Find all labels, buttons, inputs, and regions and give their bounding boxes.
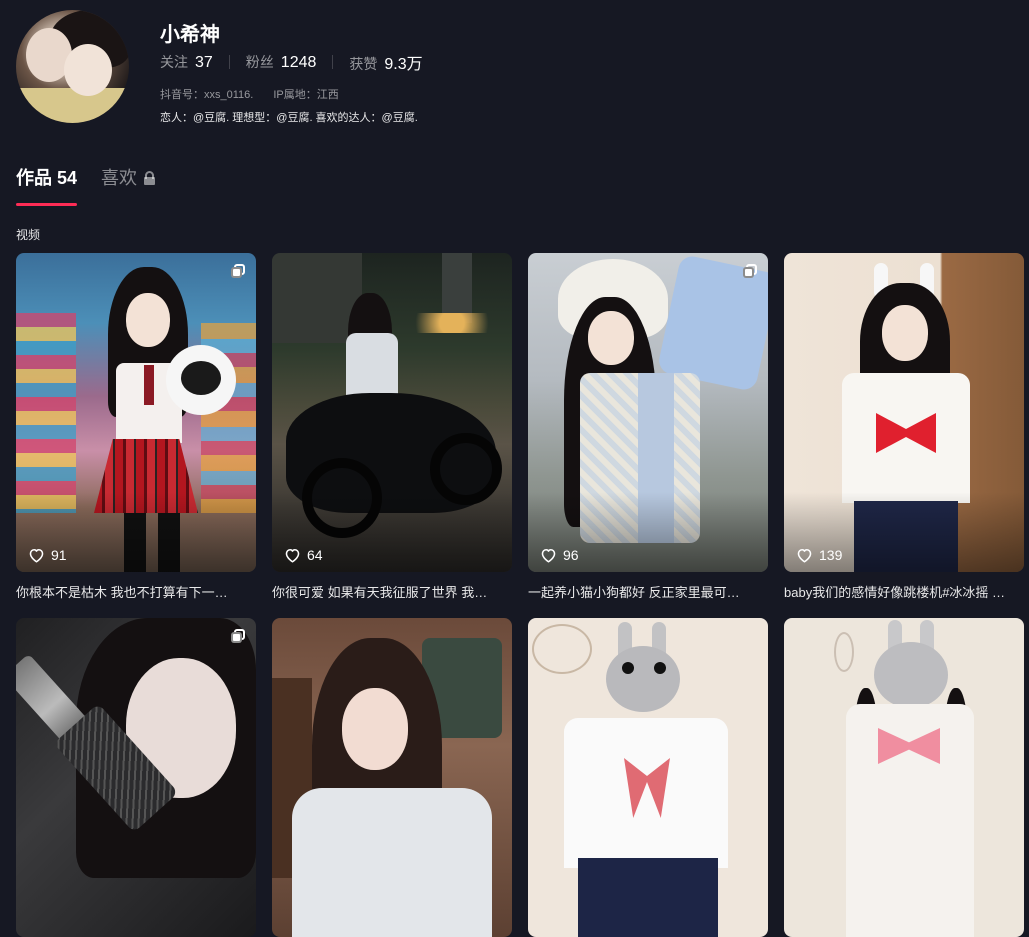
profile-meta: 抖音号：xxs_0116. IP属地：江西: [160, 86, 359, 102]
like-count: 139: [796, 547, 842, 563]
profile-header: 小希神 关注 37 粉丝 1248 获赞 9.3万 抖音号：xxs_0116. …: [16, 10, 1016, 130]
stat-likes: 获赞 9.3万: [349, 50, 422, 74]
stacked-images-icon: [231, 264, 245, 278]
heart-outline-icon: [285, 548, 300, 563]
stat-value: 9.3万: [384, 56, 423, 73]
like-count: 96: [540, 547, 579, 563]
stat-label: 关注: [160, 54, 188, 70]
video-card[interactable]: [528, 618, 768, 937]
stat-following[interactable]: 关注 37: [160, 52, 213, 72]
video-thumbnail[interactable]: 64: [272, 253, 512, 572]
stat-followers[interactable]: 粉丝 1248: [246, 52, 317, 72]
stat-value: 1248: [280, 54, 317, 71]
stacked-images-icon: [743, 264, 757, 278]
video-thumbnail[interactable]: 139: [784, 253, 1024, 572]
lock-icon: [144, 171, 156, 185]
video-card[interactable]: [784, 618, 1024, 937]
ip-location: IP属地：江西: [273, 89, 339, 101]
video-thumbnail[interactable]: [16, 618, 256, 937]
like-count: 64: [284, 547, 323, 563]
avatar[interactable]: [16, 10, 129, 123]
video-thumbnail[interactable]: [528, 618, 768, 937]
heart-outline-icon: [541, 548, 556, 563]
video-card[interactable]: 96 一起养小猫小狗都好 反正家里最可…: [528, 253, 768, 601]
video-caption[interactable]: 一起养小猫小狗都好 反正家里最可…: [528, 582, 768, 601]
video-card[interactable]: 139 baby我们的感情好像跳楼机#冰冰摇 …: [784, 253, 1024, 601]
video-thumbnail[interactable]: 96: [528, 253, 768, 572]
section-label: 视频: [16, 228, 41, 242]
video-thumbnail[interactable]: [272, 618, 512, 937]
douyin-id: 抖音号：xxs_0116.: [160, 89, 254, 101]
video-caption[interactable]: 你很可爱 如果有天我征服了世界 我…: [272, 582, 512, 601]
video-card[interactable]: 64 你很可爱 如果有天我征服了世界 我…: [272, 253, 512, 601]
like-count-value: 96: [563, 547, 579, 563]
heart-outline-icon: [29, 548, 44, 563]
profile-tabs: 作品 54 喜欢: [16, 164, 179, 206]
stat-label: 获赞: [349, 56, 378, 72]
stat-divider: [332, 55, 334, 69]
video-thumbnail[interactable]: 91: [16, 253, 256, 572]
like-count: 91: [28, 547, 67, 563]
stat-label: 粉丝: [245, 54, 274, 70]
heart-outline-icon: [797, 548, 812, 563]
video-card[interactable]: [272, 618, 512, 937]
profile-stats: 关注 37 粉丝 1248 获赞 9.3万: [160, 50, 423, 74]
tab-likes[interactable]: 喜欢: [101, 164, 156, 206]
tab-label: 喜欢: [101, 168, 138, 188]
video-caption[interactable]: 你根本不是枯木 我也不打算有下一…: [16, 582, 256, 601]
tab-label: 作品 54: [16, 168, 78, 188]
like-count-value: 91: [51, 547, 67, 563]
video-thumbnail[interactable]: [784, 618, 1024, 937]
like-count-value: 64: [307, 547, 323, 563]
profile-bio: 恋人：@豆腐. 理想型：@豆腐. 喜欢的达人：@豆腐.: [160, 112, 418, 124]
stat-divider: [228, 55, 230, 69]
stacked-images-icon: [231, 629, 245, 643]
profile-name: 小希神: [160, 24, 220, 46]
tab-works[interactable]: 作品 54: [16, 164, 78, 206]
stat-value: 37: [195, 54, 213, 71]
video-caption[interactable]: baby我们的感情好像跳楼机#冰冰摇 …: [784, 582, 1024, 601]
video-card[interactable]: [16, 618, 256, 937]
like-count-value: 139: [819, 547, 843, 563]
video-card[interactable]: 91 你根本不是枯木 我也不打算有下一…: [16, 253, 256, 601]
